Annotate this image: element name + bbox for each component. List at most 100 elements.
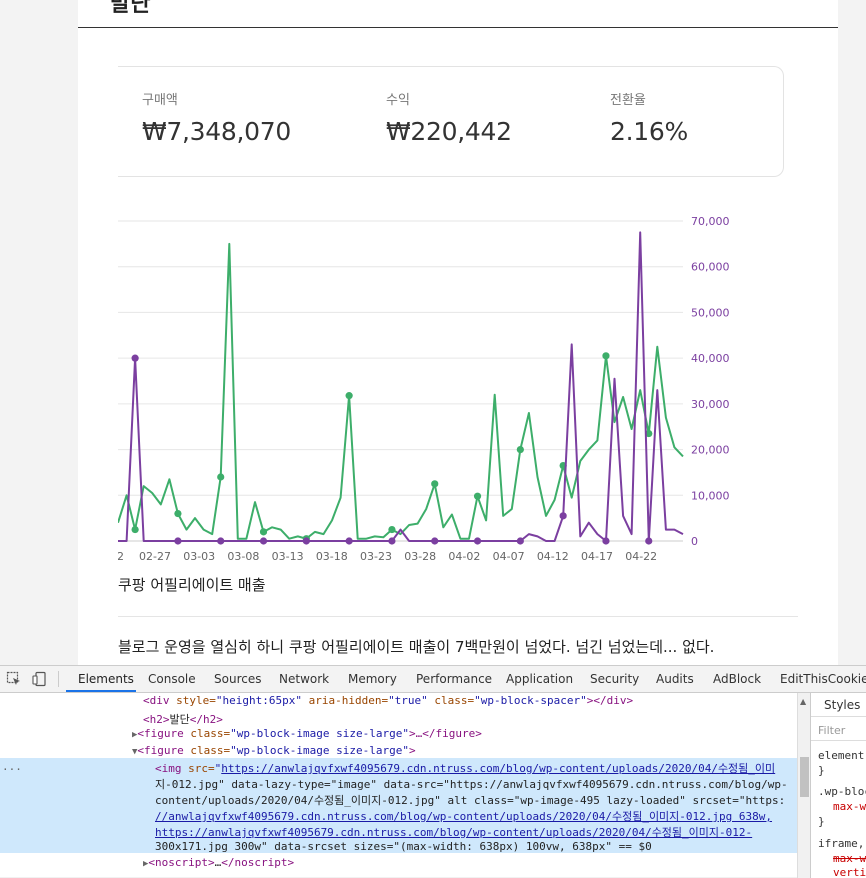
tab-audits[interactable]: Audits [656, 672, 694, 686]
x-tick-label: 03-28 [404, 550, 436, 563]
dom-img-line-2: 지-012.jpg" data-lazy-type="image" data-s… [155, 778, 788, 791]
stat-purchase: 구매액 ₩7,348,070 [142, 89, 291, 146]
style-rule-line: element [818, 749, 865, 762]
tab-sources[interactable]: Sources [214, 672, 261, 686]
tab-elements[interactable]: Elements [78, 672, 134, 686]
y-tick-label: 40,000 [691, 352, 730, 365]
series-purple-line [118, 231, 684, 542]
styles-pane: Styles Filter element } .wp-bloc max-w }… [810, 693, 866, 878]
scroll-up-icon[interactable]: ▲ [800, 697, 806, 706]
dom-img-line-3: content/uploads/2020/04/수정됨_이미지-012.jpg"… [155, 794, 786, 807]
series-green-point [174, 509, 182, 518]
style-rule-line: } [818, 764, 825, 777]
series-purple-point [302, 537, 310, 545]
style-rule-line: verti [833, 866, 866, 878]
tab-application[interactable]: Application [506, 672, 573, 686]
x-tick-label: 04-02 [448, 550, 480, 563]
sales-chart: 70,000 60,000 50,000 40,000 30,000 20,000 10,0… [118, 215, 730, 563]
node-gutter-dots[interactable]: ... [2, 760, 22, 773]
y-tick-label: 70,000 [691, 215, 730, 228]
dom-img-line-5[interactable]: https://anwlajqvfxwf4095679.cdn.ntruss.c… [155, 824, 752, 840]
tab-editthiscookie[interactable]: EditThisCookie [780, 672, 866, 686]
stats-card: 구매액 ₩7,348,070 수익 ₩220,442 전환율 2.16% [118, 66, 784, 177]
dom-node-spacer[interactable]: <div style="height:65px" aria-hidden="tr… [143, 694, 633, 707]
series-purple-point [259, 537, 268, 545]
styles-filter-input[interactable]: Filter [811, 719, 866, 741]
section-heading: 발단 [110, 0, 151, 17]
stat-revenue-value: ₩220,442 [386, 117, 512, 146]
series-green-point [602, 352, 610, 360]
series-purple-point [174, 537, 182, 545]
x-tick-label: 04-07 [493, 550, 525, 563]
x-tick-label: 04-12 [537, 550, 569, 563]
active-tab-indicator [66, 690, 136, 692]
article-content: 발단 구매액 ₩7,348,070 수익 ₩220,442 전환율 2.16% … [78, 0, 838, 665]
y-tick-label: 0 [691, 535, 698, 548]
y-tick-label: 50,000 [691, 306, 730, 319]
series-purple-point [473, 537, 482, 545]
style-rule-line: .wp-bloc [818, 785, 866, 798]
series-green-point [345, 392, 353, 400]
dom-node-figure-expanded[interactable]: ▼<figure class="wp-block-image size-larg… [132, 744, 416, 757]
series-green-point [217, 473, 225, 481]
elements-tree: ... <div style="height:65px" aria-hidden… [0, 693, 810, 878]
series-green-point [259, 528, 268, 536]
tab-console[interactable]: Console [148, 672, 196, 686]
chart-caption: 쿠팡 어필리에이트 매출 [118, 576, 266, 594]
inspect-element-icon[interactable] [6, 671, 22, 687]
dom-node-img[interactable]: <img src="https://anwlajqvfxwf4095679.cd… [155, 760, 775, 776]
heading-divider [78, 27, 838, 28]
dom-node-h2[interactable]: <h2>발단</h2> [143, 711, 223, 727]
x-tick-label: 04-22 [625, 550, 657, 563]
dom-node-noscript[interactable]: ▶<noscript>…</noscript> [143, 856, 294, 869]
x-tick-label: 03-23 [360, 550, 392, 563]
article-paragraph: 블로그 운영을 열심히 하니 쿠팡 어필리에이트 매출이 7백만원이 넘었다. … [118, 638, 715, 656]
x-tick-label: 03-03 [183, 550, 215, 563]
series-purple-point [345, 537, 353, 545]
tab-network[interactable]: Network [279, 672, 329, 686]
x-tick-label: 2 [118, 550, 124, 563]
series-green-point [431, 480, 439, 488]
tab-security[interactable]: Security [590, 672, 639, 686]
stat-revenue: 수익 ₩220,442 [386, 89, 512, 146]
x-tick-label: 03-08 [227, 550, 259, 563]
dom-img-line-4[interactable]: //anwlajqvfxwf4095679.cdn.ntruss.com/blo… [155, 808, 772, 824]
device-toolbar-icon[interactable] [32, 671, 48, 687]
series-purple-point [516, 537, 524, 545]
tab-memory[interactable]: Memory [348, 672, 397, 686]
series-green-point [388, 525, 396, 534]
stat-conversion-value: 2.16% [610, 117, 688, 146]
content-separator [118, 616, 798, 617]
y-tick-label: 60,000 [691, 261, 730, 274]
y-tick-label: 10,000 [691, 489, 730, 502]
tab-adblock[interactable]: AdBlock [713, 672, 761, 686]
styles-tab[interactable]: Styles [811, 693, 866, 717]
style-rule-line: max-w [833, 852, 866, 865]
series-purple-point [131, 354, 139, 362]
stat-conversion: 전환율 2.16% [610, 89, 688, 146]
tab-performance[interactable]: Performance [416, 672, 492, 686]
series-purple-point [431, 537, 439, 545]
y-tick-label: 30,000 [691, 398, 730, 411]
x-tick-label: 03-13 [272, 550, 304, 563]
elements-scrollbar[interactable]: ▲ [797, 693, 810, 878]
style-rule-line: max-w [833, 800, 866, 813]
series-green-point [473, 492, 482, 500]
dom-img-line-6: 300x171.jpg 300w" data-srcset sizes="(ma… [155, 840, 652, 853]
devtools-panel: Elements Console Sources Network Memory … [0, 665, 866, 878]
x-tick-label: 04-17 [581, 550, 613, 563]
series-green-point [516, 445, 524, 454]
series-green-point [131, 525, 139, 534]
devtools-tab-bar: Elements Console Sources Network Memory … [0, 666, 866, 693]
series-purple-point [602, 537, 610, 545]
img-src-link: https://anwlajqvfxwf4095679.cdn.ntruss.c… [221, 762, 776, 775]
series-purple-point [645, 537, 653, 545]
style-rule-line: iframe, [818, 837, 865, 850]
style-rule-line: } [818, 815, 825, 828]
dom-node-figure-collapsed[interactable]: ▶<figure class="wp-block-image size-larg… [132, 727, 482, 740]
y-tick-label: 20,000 [691, 444, 730, 457]
scrollbar-thumb[interactable] [800, 757, 809, 797]
series-purple-point [217, 537, 225, 545]
stat-purchase-value: ₩7,348,070 [142, 117, 291, 146]
tab-divider [58, 671, 59, 687]
